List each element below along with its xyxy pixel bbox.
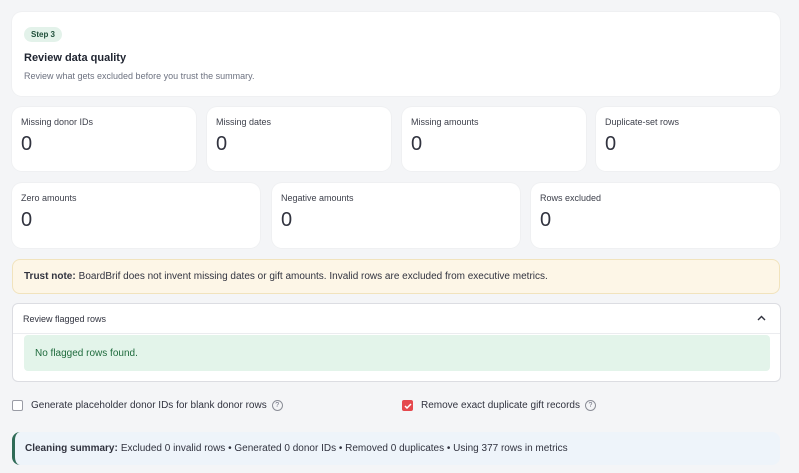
- metric-label: Negative amounts: [281, 193, 354, 203]
- metric-label: Duplicate-set rows: [605, 117, 680, 127]
- no-flagged-rows-message: No flagged rows found.: [24, 335, 770, 371]
- chevron-up-icon[interactable]: [757, 313, 766, 324]
- metric-label: Rows excluded: [540, 193, 602, 203]
- step-card: Step 3 Review data quality Review what g…: [12, 12, 780, 96]
- metric-value: 0: [540, 209, 552, 231]
- metric-label: Missing dates: [216, 117, 272, 127]
- metric-value: 0: [216, 133, 228, 155]
- metric-label: Missing amounts: [411, 117, 479, 127]
- cleaning-summary-text: Excluded 0 invalid rows • Generated 0 do…: [120, 443, 568, 454]
- trust-note-label: Trust note:: [24, 271, 76, 282]
- step-title: Review data quality: [24, 52, 127, 64]
- metric-label: Missing donor IDs: [21, 117, 94, 127]
- help-icon[interactable]: ?: [271, 400, 283, 411]
- metric-duplicate-set-rows: Duplicate-set rows 0: [596, 107, 780, 171]
- placeholder-ids-label: Generate placeholder donor IDs for blank…: [31, 400, 267, 411]
- metric-zero-amounts: Zero amounts 0: [12, 183, 260, 248]
- flagged-rows-title: Review flagged rows: [23, 313, 107, 324]
- metric-missing-donor-ids: Missing donor IDs 0: [12, 107, 196, 171]
- remove-duplicates-option[interactable]: Remove exact duplicate gift records ?: [402, 400, 596, 411]
- metric-missing-dates: Missing dates 0: [207, 107, 391, 171]
- trust-note-text: BoardBrif does not invent missing dates …: [78, 271, 548, 282]
- metric-rows-excluded: Rows excluded 0: [531, 183, 780, 248]
- metric-missing-amounts: Missing amounts 0: [402, 107, 586, 171]
- metric-value: 0: [605, 133, 617, 155]
- step-subtitle: Review what gets excluded before you tru…: [24, 71, 255, 81]
- placeholder-ids-checkbox[interactable]: [12, 400, 23, 411]
- flagged-rows-header[interactable]: Review flagged rows: [13, 304, 780, 334]
- metric-value: 0: [411, 133, 423, 155]
- cleaning-summary: Cleaning summary: Excluded 0 invalid row…: [12, 432, 780, 465]
- metric-value: 0: [21, 209, 33, 231]
- help-icon[interactable]: ?: [584, 400, 596, 411]
- metric-label: Zero amounts: [21, 193, 77, 203]
- remove-duplicates-checkbox[interactable]: [402, 400, 413, 411]
- flagged-rows-expander: Review flagged rows No flagged rows foun…: [12, 303, 781, 382]
- placeholder-ids-option[interactable]: Generate placeholder donor IDs for blank…: [12, 400, 283, 411]
- metric-negative-amounts: Negative amounts 0: [272, 183, 520, 248]
- metric-value: 0: [281, 209, 293, 231]
- cleaning-summary-label: Cleaning summary:: [25, 443, 118, 454]
- remove-duplicates-label: Remove exact duplicate gift records: [421, 400, 580, 411]
- step-badge: Step 3: [24, 27, 63, 42]
- metric-value: 0: [21, 133, 33, 155]
- trust-note: Trust note: BoardBrif does not invent mi…: [12, 259, 780, 294]
